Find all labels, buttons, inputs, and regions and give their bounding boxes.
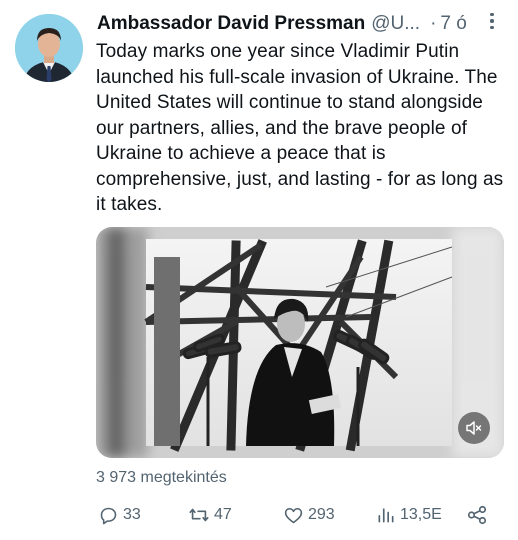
tweet-video[interactable] [96, 227, 504, 458]
avatar-photo [15, 14, 83, 82]
analytics-count: 13,5E [400, 506, 442, 523]
retweet-button[interactable]: 47 [188, 500, 232, 530]
volume-muted-icon[interactable] [458, 412, 490, 444]
retweet-icon [189, 508, 209, 522]
share-button[interactable] [466, 500, 488, 530]
reply-count: 33 [123, 506, 141, 523]
view-count[interactable]: 3 973 megtekintés [96, 469, 227, 487]
analytics-button[interactable]: 13,5E [376, 500, 442, 530]
more-dots-icon[interactable] [482, 8, 502, 34]
video-frame [96, 227, 504, 458]
separator-dot: · [430, 13, 437, 34]
retweet-count: 47 [214, 506, 232, 523]
reply-icon [100, 507, 117, 524]
author-handle[interactable]: @U... [371, 13, 420, 35]
like-count: 293 [308, 506, 335, 523]
tweet-actions: 33 47 293 13,5E [96, 500, 496, 530]
author-name[interactable]: Ambassador David Pressman [97, 13, 365, 35]
tweet-text: Today marks one year since Vladimir Puti… [96, 41, 504, 215]
heart-icon [284, 507, 303, 523]
tweet-header: Ambassador David Pressman @U... · 7 ó [97, 9, 504, 39]
bar-chart-icon [378, 508, 394, 523]
share-icon [467, 505, 487, 525]
tweet-timestamp[interactable]: 7 ó [440, 13, 466, 35]
reply-button[interactable]: 33 [98, 500, 141, 530]
like-button[interactable]: 293 [283, 500, 335, 530]
avatar[interactable] [15, 14, 83, 82]
